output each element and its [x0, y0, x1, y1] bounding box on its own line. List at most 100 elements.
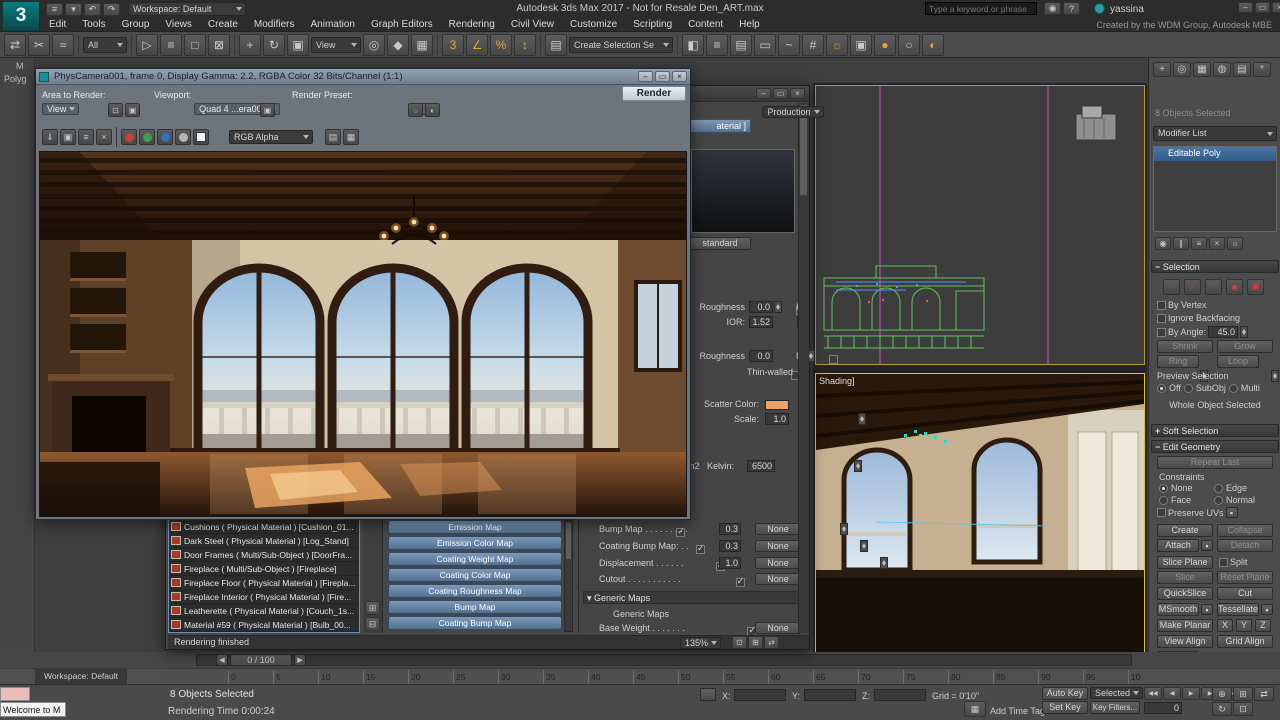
edit-region-icon[interactable]: ⊡: [108, 103, 123, 117]
stack-item-editable-poly[interactable]: Editable Poly: [1154, 147, 1276, 161]
map-node-button[interactable]: Emission Map: [388, 520, 562, 534]
transparency-roughness-field[interactable]: 0.0: [749, 350, 773, 362]
menu-item[interactable]: Graph Editors: [364, 18, 440, 32]
ring-button[interactable]: Ring: [1157, 355, 1199, 368]
blue-channel-toggle-icon[interactable]: [157, 129, 173, 145]
rendered-frame-window-icon[interactable]: ▣: [850, 34, 872, 56]
scrollbar-thumb[interactable]: [566, 523, 571, 559]
snaps-toggle-icon[interactable]: 3: [442, 34, 464, 56]
generic-maps-rollout[interactable]: ▾ Generic Maps: [583, 591, 801, 604]
key-filters-button[interactable]: Key Filters...: [1090, 701, 1140, 714]
workspace-tab[interactable]: Workspace: Default: [35, 669, 127, 685]
attach-button[interactable]: Attach: [1157, 539, 1199, 552]
menu-item[interactable]: Scripting: [626, 18, 679, 32]
environment-icon[interactable]: ◐: [425, 103, 440, 117]
tessellate-settings-button[interactable]: ▪: [1261, 604, 1273, 615]
select-by-name-icon[interactable]: ≡: [160, 34, 182, 56]
remove-modifier-icon[interactable]: ×: [1209, 237, 1225, 250]
grow-button[interactable]: Grow: [1217, 340, 1273, 353]
redo-icon[interactable]: ↷: [103, 3, 120, 16]
straighten-icon[interactable]: ▦: [343, 129, 359, 145]
loop-spinner[interactable]: [1271, 370, 1279, 382]
render-target-dropdown[interactable]: Production: [762, 106, 823, 118]
menu-item[interactable]: Rendering: [442, 18, 502, 32]
y-coordinate-field[interactable]: [804, 689, 856, 701]
viewport-label[interactable]: Shading]: [819, 376, 855, 386]
menu-item[interactable]: Animation: [303, 18, 361, 32]
layers-icon[interactable]: ▤: [325, 129, 341, 145]
pan-icon[interactable]: ⇄: [1254, 687, 1274, 701]
x-coordinate-field[interactable]: [734, 689, 786, 701]
auto-key-button[interactable]: Auto Key: [1042, 687, 1088, 700]
ior-field[interactable]: 1.52: [749, 316, 773, 328]
create-button[interactable]: Create: [1157, 524, 1213, 537]
render-button[interactable]: Render: [622, 86, 686, 101]
shrink-button[interactable]: Shrink: [1157, 340, 1213, 353]
auto-region-icon[interactable]: ▣: [125, 103, 140, 117]
zoom-region-icon[interactable]: ⊡: [732, 636, 747, 649]
checkbox[interactable]: [1157, 314, 1166, 323]
spinner[interactable]: [840, 523, 848, 535]
map-node-button[interactable]: Coating Color Map: [388, 568, 562, 582]
material-mode-button[interactable]: standard: [689, 237, 751, 250]
node-list-scrollbar[interactable]: [564, 520, 573, 632]
scale-field[interactable]: 1.0: [765, 413, 789, 425]
preserve-uvs-settings-button[interactable]: ▪: [1226, 507, 1238, 518]
time-slider-prev-arrow[interactable]: ◀: [216, 654, 228, 666]
material-list-item[interactable]: Door Frames ( Multi/Sub-Object ) [DoorFr…: [169, 548, 359, 562]
unlink-selection-icon[interactable]: ✂: [28, 34, 50, 56]
named-selection-set-dropdown[interactable]: Create Selection Se: [569, 37, 673, 53]
rollout-soft-selection[interactable]: + Soft Selection: [1151, 424, 1279, 437]
mirror-icon[interactable]: ◧: [682, 34, 704, 56]
rollout-selection[interactable]: − Selection: [1151, 260, 1279, 273]
keyboard-icon[interactable]: ▦: [964, 701, 986, 717]
menu-item[interactable]: Edit: [42, 18, 73, 32]
configure-modifier-sets-icon[interactable]: ☼: [1227, 237, 1243, 250]
menu-item[interactable]: Group: [115, 18, 157, 32]
preserve-uvs-checkbox[interactable]: Preserve UVs▪: [1157, 507, 1238, 518]
select-and-scale-icon[interactable]: ▣: [287, 34, 309, 56]
time-slider-handle[interactable]: 0 / 100: [230, 654, 292, 666]
window-crossing-toggle-icon[interactable]: ⊠: [208, 34, 230, 56]
constraint-edge-radio[interactable]: [1214, 484, 1223, 493]
menu-item[interactable]: Views: [158, 18, 199, 32]
maximize-window-icon[interactable]: ▭: [655, 71, 670, 82]
node-view-grid-icon[interactable]: ⊞: [365, 601, 380, 615]
constraint-normal-radio[interactable]: [1214, 496, 1223, 505]
spinner[interactable]: [854, 460, 862, 472]
close-window-icon[interactable]: ×: [1272, 2, 1280, 13]
zoom-extents-icon[interactable]: ⊞: [748, 636, 763, 649]
attach-settings-button[interactable]: ▪: [1201, 540, 1213, 551]
minimize-window-icon[interactable]: –: [1238, 2, 1253, 13]
keyboard-shortcut-override-icon[interactable]: ▦: [411, 34, 433, 56]
object-name-field[interactable]: 8 Objects Selected: [1155, 108, 1275, 121]
viewport-lock-toggle-icon[interactable]: ▣: [260, 103, 275, 117]
menu-item[interactable]: Help: [732, 18, 767, 32]
slice-button[interactable]: Slice: [1157, 571, 1213, 584]
zoom-icon[interactable]: ⊕: [1212, 687, 1232, 701]
select-and-manipulate-icon[interactable]: ◆: [387, 34, 409, 56]
checkbox[interactable]: [1157, 508, 1166, 517]
collapse-button[interactable]: Collapse: [1217, 524, 1273, 537]
menu-item[interactable]: Customize: [563, 18, 624, 32]
checkbox[interactable]: [1157, 301, 1166, 310]
red-channel-toggle-icon[interactable]: [121, 129, 137, 145]
menu-item[interactable]: Tools: [75, 18, 112, 32]
pan-view-icon[interactable]: ⇄: [764, 636, 779, 649]
minimize-window-icon[interactable]: –: [638, 71, 653, 82]
preview-subobj-radio[interactable]: [1184, 384, 1193, 393]
roughness-field[interactable]: 0.0: [749, 301, 773, 313]
constraint-face-radio[interactable]: [1159, 496, 1168, 505]
ignore-backfacing-checkbox[interactable]: Ignore Backfacing: [1157, 313, 1240, 323]
slice-plane-button[interactable]: Slice Plane: [1157, 556, 1213, 569]
reference-coordinate-dropdown[interactable]: View: [311, 37, 361, 53]
repeat-last-button[interactable]: Repeat Last: [1157, 456, 1273, 469]
add-time-tag[interactable]: Add Time Tag: [990, 706, 1045, 716]
current-frame-field[interactable]: 0: [1144, 702, 1182, 714]
mini-listener-field[interactable]: Welcome to M: [0, 702, 66, 717]
3dsmax-logo[interactable]: 3: [2, 1, 40, 31]
maximize-viewport-toggle-icon[interactable]: ⊡: [1233, 702, 1253, 716]
map-node-button[interactable]: Bump Map: [388, 600, 562, 614]
search-input[interactable]: [925, 2, 1037, 15]
view-align-button[interactable]: View Align: [1157, 635, 1213, 648]
